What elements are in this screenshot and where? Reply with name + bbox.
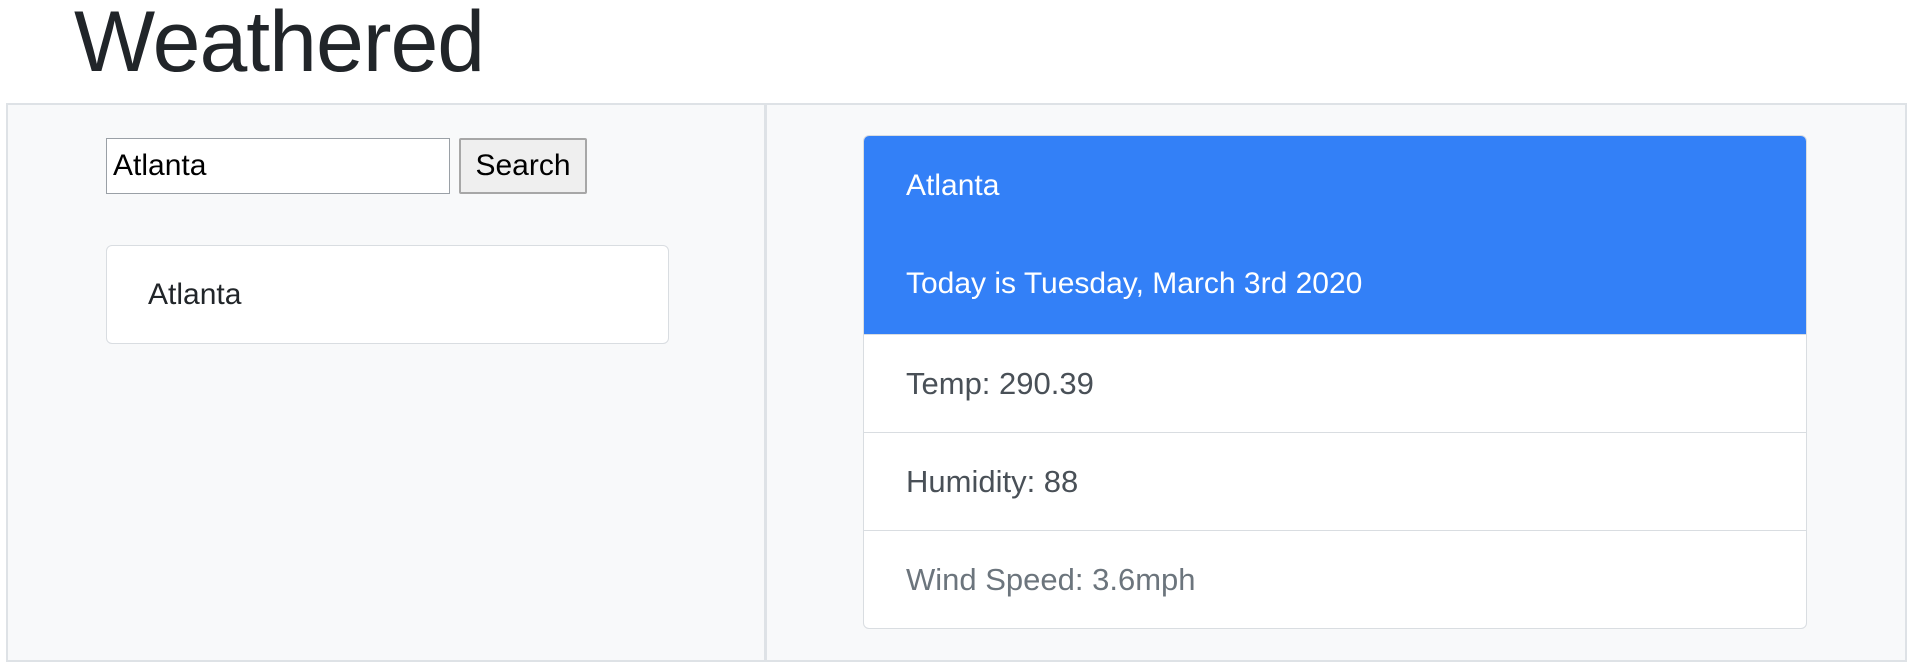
weather-card: Atlanta Today is Tuesday, March 3rd 2020… [863,135,1807,629]
search-history-item-atlanta[interactable]: Atlanta [106,245,669,344]
weather-card-header: Atlanta Today is Tuesday, March 3rd 2020 [864,136,1806,334]
weather-city: Atlanta [906,169,1000,202]
weather-panel: Atlanta Today is Tuesday, March 3rd 2020… [767,105,1905,660]
search-panel: Search Atlanta [8,105,767,660]
search-button[interactable]: Search [459,138,587,194]
weather-wind-speed: Wind Speed: 3.6mph [864,530,1806,628]
weather-temp: Temp: 290.39 [864,334,1806,432]
main-panels: Search Atlanta Atlanta Today is Tuesday,… [6,103,1907,662]
weather-humidity: Humidity: 88 [864,432,1806,530]
app-title: Weathered [74,0,485,90]
weather-date: Today is Tuesday, March 3rd 2020 [906,267,1363,300]
search-input[interactable] [106,138,450,194]
page: Weathered Search Atlanta Atlanta Today i… [0,0,1910,670]
search-history-list: Atlanta [106,245,669,344]
